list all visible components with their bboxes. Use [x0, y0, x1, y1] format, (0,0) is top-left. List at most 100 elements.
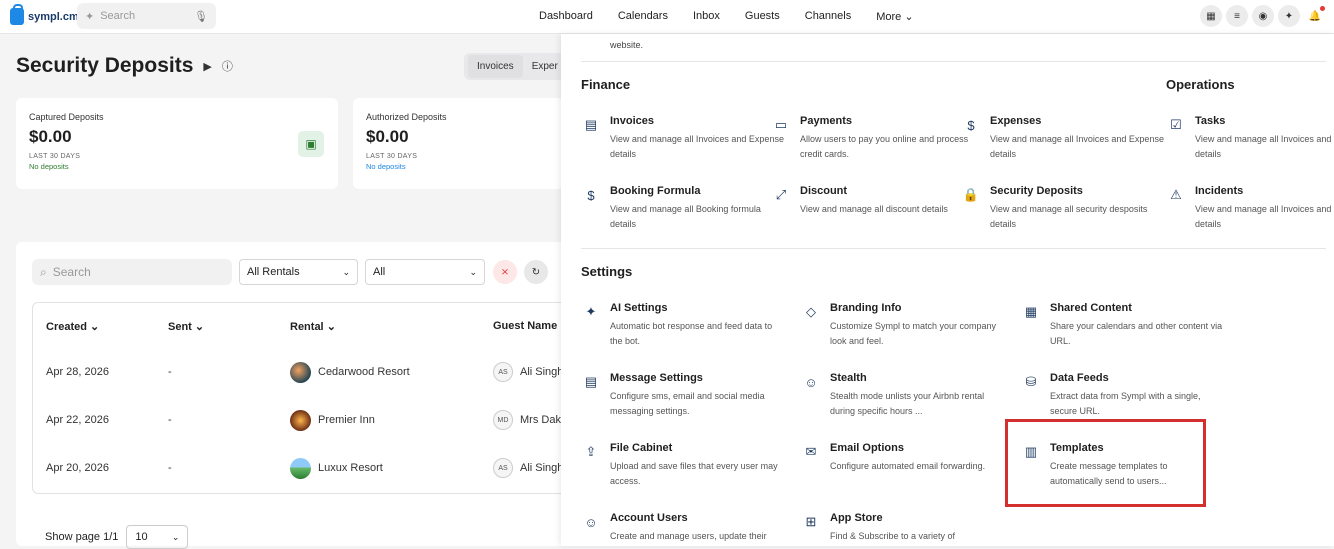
- cell-guest: AS Ali Singh: [493, 348, 563, 396]
- top-icon-bar: ▦ ≡ ◉ ✦ 🔔: [1200, 5, 1326, 27]
- guest-name: Ali Singh: [520, 462, 564, 474]
- menu-item-name: Account Users: [610, 512, 688, 524]
- app-store-icon: ⊞: [805, 514, 817, 529]
- cell-guest: AS Ali Singh: [493, 444, 563, 492]
- menu-divider: [581, 61, 1326, 62]
- table-row[interactable]: Apr 22, 2026 - Premier Inn MD Mrs Daks: [33, 396, 578, 444]
- cell-sent: -: [168, 462, 172, 474]
- guest-name: Mrs Daks: [520, 414, 567, 426]
- refresh-icon[interactable]: ↻: [524, 260, 548, 284]
- deposits-table: Created ⌄ Sent ⌄ Rental ⌄ Guest Name Apr…: [32, 302, 577, 494]
- clear-filter-icon[interactable]: ⨯: [493, 260, 517, 284]
- video-icon[interactable]: ▶: [203, 60, 211, 73]
- table-search-placeholder: Search: [52, 265, 91, 279]
- menu-item-desc: Configure sms, email and social media me…: [610, 391, 765, 416]
- top-bar: sympl.cm ✦ Search 🎙 Dashboard Calendars …: [0, 0, 1334, 34]
- menu-item-desc: View and manage all discount details: [800, 204, 948, 214]
- column-header-label: Rental: [290, 321, 324, 333]
- menu-item-name: Discount: [800, 185, 848, 197]
- nav-more[interactable]: More ⌄: [876, 10, 913, 23]
- users-icon: ☺: [584, 514, 598, 530]
- message-icon: ▤: [584, 374, 598, 389]
- chevron-down-icon: ⌄: [326, 321, 336, 333]
- rentals-select-value: All Rentals: [247, 266, 300, 278]
- section-finance: Finance: [581, 77, 631, 92]
- page-tabs: Invoices Exper: [464, 53, 571, 80]
- tab-invoices[interactable]: Invoices: [468, 55, 523, 78]
- column-header-sent[interactable]: Sent ⌄: [168, 320, 204, 333]
- rentals-select[interactable]: All Rentals ⌄: [239, 259, 358, 285]
- menu-item-desc: View and manage all Invoices and Expense…: [610, 134, 784, 159]
- menu-item-desc: Share your calendars and other content v…: [1050, 321, 1223, 346]
- cell-created: Apr 20, 2026: [46, 462, 109, 474]
- nav-inbox[interactable]: Inbox: [693, 10, 720, 23]
- rental-thumbnail: [290, 409, 311, 431]
- card-label: Captured Deposits: [29, 112, 104, 122]
- help-icon[interactable]: ⓘ: [222, 58, 233, 74]
- column-header-created[interactable]: Created ⌄: [46, 320, 99, 333]
- ai-sparkle-icon[interactable]: ✦: [1278, 5, 1300, 27]
- menu-item-desc: Configure automated email forwarding.: [830, 461, 986, 471]
- section-operations: Operations: [1166, 77, 1235, 92]
- menu-item-name: Data Feeds: [1050, 372, 1109, 384]
- captured-deposits-card: Captured Deposits $0.00 LAST 30 DAYS No …: [16, 98, 338, 189]
- filter-list-icon[interactable]: ≡: [1226, 5, 1248, 27]
- calendar-share-icon: ▦: [1024, 304, 1038, 319]
- column-header-label: Created: [46, 321, 87, 333]
- per-page-value: 10: [135, 531, 148, 543]
- app-logo[interactable]: sympl.cm: [10, 4, 79, 25]
- menu-item-desc: View and manage all security desposits d…: [990, 204, 1148, 229]
- nav-more-label: More: [876, 11, 902, 23]
- card-label: Authorized Deposits: [366, 112, 447, 122]
- cell-rental: Premier Inn: [290, 396, 375, 444]
- microphone-icon[interactable]: 🎙: [194, 10, 208, 23]
- per-page-select[interactable]: 10 ⌄: [126, 525, 189, 549]
- support-icon[interactable]: ◉: [1252, 5, 1274, 27]
- menu-item-desc: Stealth mode unlists your Airbnb rental …: [830, 391, 985, 416]
- section-settings: Settings: [581, 264, 633, 279]
- more-menu-panel: website. Finance Operations ▤ Invoices V…: [561, 34, 1334, 546]
- menu-item-name: Payments: [800, 115, 852, 127]
- table-search-input[interactable]: ⌕ Search: [32, 259, 232, 285]
- column-header-label: Sent: [168, 321, 192, 333]
- nav-calendars[interactable]: Calendars: [618, 10, 668, 23]
- sparkle-icon: ✦: [85, 10, 95, 23]
- deposits-table-panel: ⌕ Search All Rentals ⌄ All ⌄ ⨯ ↻ Created…: [16, 242, 577, 546]
- menu-item-desc: Extract data from Sympl with a single, s…: [1050, 391, 1201, 416]
- dollar-icon: $: [587, 187, 595, 203]
- invoice-icon: ▤: [584, 117, 598, 132]
- table-row[interactable]: Apr 20, 2026 - Luxux Resort AS Ali Singh: [33, 444, 578, 492]
- column-header-rental[interactable]: Rental ⌄: [290, 320, 336, 333]
- status-select[interactable]: All ⌄: [365, 259, 485, 285]
- card-note: No deposits: [366, 162, 406, 171]
- logo-text: sympl.cm: [28, 10, 79, 23]
- page-title: Security Deposits ▶ ⓘ: [16, 54, 233, 78]
- menu-top-fragment: website.: [610, 40, 644, 50]
- menu-item-name: Stealth: [830, 372, 867, 384]
- menu-item-name: Booking Formula: [610, 185, 701, 197]
- chevron-down-icon: ⌄: [171, 531, 180, 542]
- warning-icon: ⚠: [1170, 187, 1182, 202]
- calendar-icon[interactable]: ▦: [1200, 5, 1222, 27]
- global-search-input[interactable]: ✦ Search 🎙: [77, 3, 216, 29]
- avatar: AS: [493, 458, 513, 478]
- column-header-guest-name[interactable]: Guest Name: [493, 320, 557, 332]
- avatar: MD: [493, 410, 513, 430]
- table-row[interactable]: Apr 28, 2026 - Cedarwood Resort AS Ali S…: [33, 348, 578, 396]
- nav-dashboard[interactable]: Dashboard: [539, 10, 593, 23]
- nav-channels[interactable]: Channels: [805, 10, 851, 23]
- dollar-icon: $: [967, 117, 975, 133]
- main-nav: Dashboard Calendars Inbox Guests Channel…: [539, 10, 914, 23]
- page-indicator: Show page 1/1: [45, 531, 119, 543]
- menu-item-desc: Find & Subscribe to a variety of: [830, 531, 956, 541]
- sparkle-icon: ✦: [585, 304, 597, 319]
- rental-name: Cedarwood Resort: [318, 366, 410, 378]
- cell-rental: Luxux Resort: [290, 444, 383, 492]
- notification-dot: [1320, 6, 1325, 11]
- guest-name: Ali Singh: [520, 366, 564, 378]
- chevron-down-icon: ⌄: [194, 321, 205, 333]
- highlight-box: [1005, 419, 1206, 507]
- stealth-user-icon: ☺: [804, 374, 818, 390]
- nav-guests[interactable]: Guests: [745, 10, 780, 23]
- discount-icon: ⤢: [775, 187, 787, 202]
